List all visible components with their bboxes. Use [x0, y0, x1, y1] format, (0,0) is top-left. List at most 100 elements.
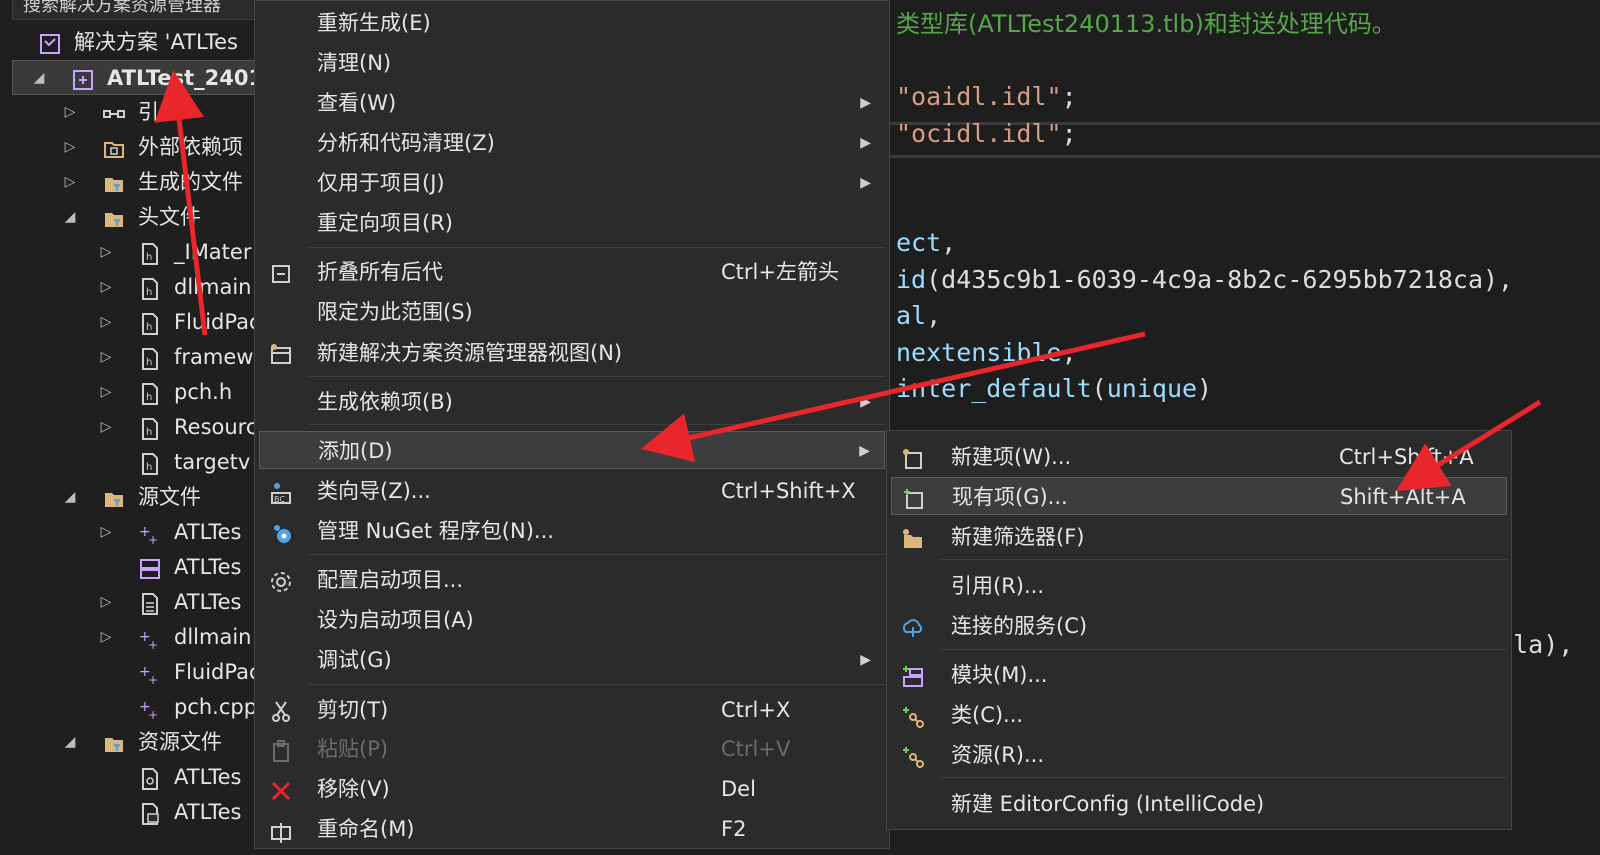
- menu-item[interactable]: 新建 EditorConfig (IntelliCode): [891, 785, 1507, 823]
- code-line: id(d435c9b1-6039-4c9a-8b2c-6295bb7218ca)…: [896, 262, 1513, 298]
- tree-item[interactable]: ▷ h Resourc: [0, 410, 272, 445]
- menu-item[interactable]: 新建解决方案资源管理器视图(N): [259, 334, 885, 372]
- tree-item[interactable]: ▷ h _IMater: [0, 235, 272, 270]
- project-context-menu: 重新生成(E) 清理(N) 查看(W) ▶ 分析和代码清理(Z) ▶ 仅用于项目(J) ▶ 重定…: [254, 0, 890, 849]
- code-token: unique: [1106, 374, 1198, 403]
- menu-item[interactable]: 模块(M)...: [891, 656, 1507, 694]
- tree-item[interactable]: ▷ ATLTes: [0, 585, 272, 620]
- menu-item[interactable]: 查看(W) ▶: [259, 84, 885, 122]
- collapsed-chevron-icon[interactable]: ▷: [62, 95, 78, 130]
- tree-item[interactable]: ▷ h dllmain: [0, 270, 272, 305]
- collapsed-chevron-icon[interactable]: ▷: [98, 340, 114, 375]
- menu-item[interactable]: 折叠所有后代 Ctrl+左箭头: [259, 253, 885, 291]
- tree-item-label: ATLTest_2401: [107, 66, 264, 90]
- menu-item-shortcut: Del: [721, 777, 756, 801]
- menu-item[interactable]: 调试(G) ▶: [259, 641, 885, 679]
- menu-item[interactable]: 添加(D) ▶: [259, 431, 885, 469]
- menu-item[interactable]: 新建筛选器(F): [891, 518, 1507, 556]
- code-token: ;: [1061, 118, 1077, 148]
- menu-item-shortcut: Ctrl+X: [721, 698, 791, 722]
- collapse-all-icon: [269, 260, 293, 284]
- collapsed-chevron-icon[interactable]: ▷: [98, 375, 114, 410]
- tree-item[interactable]: ▷ h framew: [0, 340, 272, 375]
- menu-item[interactable]: 重定向项目(R): [259, 204, 885, 242]
- tree-item[interactable]: ATLTes: [0, 795, 272, 830]
- menu-separator: [309, 554, 885, 555]
- menu-item-shortcut: F2: [721, 817, 747, 841]
- search-input[interactable]: 搜索解决方案资源管理器: [12, 0, 270, 20]
- tree-item[interactable]: ◢ 头文件: [0, 200, 272, 235]
- collapsed-chevron-icon[interactable]: ▷: [98, 305, 114, 340]
- collapsed-chevron-icon[interactable]: ▷: [62, 130, 78, 165]
- collapsed-chevron-icon[interactable]: ▷: [98, 515, 114, 550]
- class-icon: [901, 703, 925, 728]
- menu-item[interactable]: 连接的服务(C): [891, 607, 1507, 645]
- expanded-chevron-icon[interactable]: ◢: [62, 200, 78, 235]
- tree-item[interactable]: h targetv: [0, 445, 272, 480]
- tree-item[interactable]: ▷ + + dllmain: [0, 620, 272, 655]
- menu-item-label: 生成依赖项(B): [317, 390, 453, 414]
- menu-item[interactable]: 仅用于项目(J) ▶: [259, 164, 885, 202]
- collapsed-chevron-icon[interactable]: ▷: [98, 585, 114, 620]
- tree-item[interactable]: 解决方案 'ATLTes: [0, 25, 272, 60]
- code-token: ,: [926, 301, 942, 330]
- tree-item-label: ATLTes: [174, 765, 242, 789]
- menu-item[interactable]: BC 类向导(Z)... Ctrl+Shift+X: [259, 472, 885, 510]
- tree-item[interactable]: ◢ 资源文件: [0, 725, 272, 760]
- tree-item[interactable]: ◢ 源文件: [0, 480, 272, 515]
- menu-item[interactable]: 资源(R)...: [891, 736, 1507, 774]
- tree-item[interactable]: ◢ ATLTest_2401: [12, 60, 272, 95]
- menu-item: 粘贴(P) Ctrl+V: [259, 730, 885, 768]
- menu-item[interactable]: 限定为此范围(S): [259, 293, 885, 331]
- new-view-icon: [269, 341, 293, 365]
- header-file-icon: h: [138, 242, 160, 265]
- menu-item[interactable]: 剪切(T) Ctrl+X: [259, 691, 885, 729]
- collapsed-chevron-icon[interactable]: ▷: [98, 270, 114, 305]
- menu-item-label: 重新生成(E): [317, 11, 431, 35]
- cpp-file-icon: + +: [138, 697, 160, 722]
- tree-item[interactable]: ATLTes: [0, 760, 272, 795]
- collapsed-chevron-icon[interactable]: ▷: [98, 410, 114, 445]
- menu-item[interactable]: 生成依赖项(B) ▶: [259, 383, 885, 421]
- external-deps-icon: [102, 137, 124, 159]
- tree-item[interactable]: + + pch.cpp: [0, 690, 272, 725]
- menu-item-label: 配置启动项目...: [317, 568, 464, 592]
- menu-item[interactable]: 清理(N): [259, 44, 885, 82]
- tree-item-label: dllmain: [174, 275, 252, 299]
- expanded-chevron-icon[interactable]: ◢: [31, 61, 47, 96]
- menu-item-label: 新建 EditorConfig (IntelliCode): [951, 792, 1265, 816]
- tree-item[interactable]: ATLTes: [0, 550, 272, 585]
- menu-item[interactable]: 配置启动项目...: [259, 561, 885, 599]
- menu-item[interactable]: 分析和代码清理(Z) ▶: [259, 124, 885, 162]
- menu-item-shortcut: Ctrl+Shift+X: [721, 479, 856, 503]
- menu-item[interactable]: 重新生成(E): [259, 4, 885, 42]
- tree-item[interactable]: ▷ h pch.h: [0, 375, 272, 410]
- menu-item-shortcut: Ctrl+V: [721, 737, 791, 761]
- menu-item[interactable]: 新建项(W)... Ctrl+Shift+A: [891, 438, 1507, 476]
- submenu-arrow-icon: ▶: [860, 135, 871, 151]
- tree-item[interactable]: ▷ 生成的文件: [0, 165, 272, 200]
- tree-item[interactable]: ▷ 外部依赖项: [0, 130, 272, 165]
- collapsed-chevron-icon[interactable]: ▷: [98, 235, 114, 270]
- scissors-icon: [269, 698, 293, 722]
- solution-explorer: 搜索解决方案资源管理器 解决方案 'ATLTes ◢ ATLTest_2401 ▷ 引用…: [0, 0, 272, 849]
- expanded-chevron-icon[interactable]: ◢: [62, 480, 78, 515]
- tree-item[interactable]: ▷ 引用: [0, 95, 272, 130]
- menu-item[interactable]: 现有项(G)... Shift+Alt+A: [891, 477, 1507, 515]
- collapsed-chevron-icon[interactable]: ▷: [98, 620, 114, 655]
- menu-item[interactable]: 类(C)...: [891, 696, 1507, 734]
- menu-item-label: 管理 NuGet 程序包(N)...: [317, 519, 554, 543]
- menu-item[interactable]: 管理 NuGet 程序包(N)...: [259, 512, 885, 550]
- expanded-chevron-icon[interactable]: ◢: [62, 725, 78, 760]
- menu-item[interactable]: 移除(V) Del: [259, 770, 885, 808]
- menu-item[interactable]: 设为启动项目(A): [259, 601, 885, 639]
- tree-item[interactable]: ▷ + + ATLTes: [0, 515, 272, 550]
- tree-item[interactable]: ▷ h FluidPac: [0, 305, 272, 340]
- menu-item-shortcut: Ctrl+左箭头: [721, 260, 839, 284]
- menu-item[interactable]: 引用(R)...: [891, 567, 1507, 605]
- menu-item[interactable]: 重命名(M) F2: [259, 810, 885, 848]
- tree-item-label: ATLTes: [174, 590, 242, 614]
- collapsed-chevron-icon[interactable]: ▷: [62, 165, 78, 200]
- menu-item-shortcut: Shift+Alt+A: [1340, 485, 1466, 509]
- tree-item[interactable]: + + FluidPac: [0, 655, 272, 690]
